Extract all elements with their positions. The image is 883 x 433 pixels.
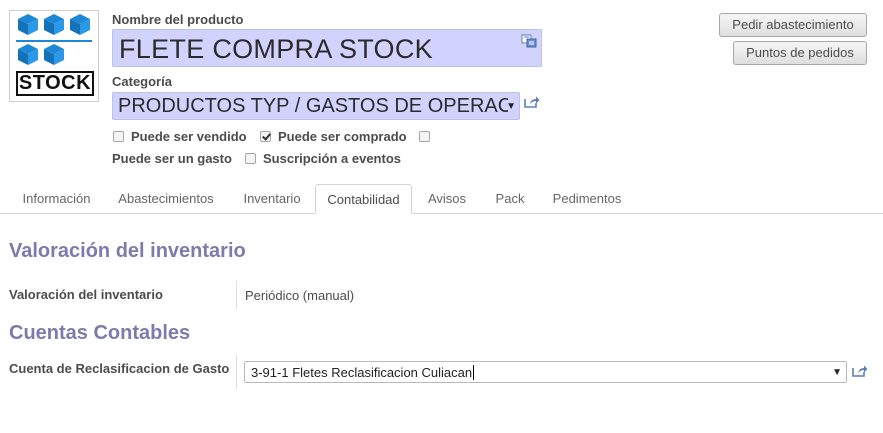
reclass-account-label: Cuenta de Reclasificacion de Gasto (9, 361, 230, 376)
unlabeled-checkbox[interactable] (419, 131, 430, 142)
field-separator (236, 355, 237, 389)
external-link-icon[interactable] (523, 95, 540, 109)
tab-avisos[interactable]: Avisos (416, 184, 478, 214)
boxes-icon (16, 14, 92, 65)
stock-logo-label: STOCK (16, 71, 94, 96)
field-separator (236, 281, 237, 309)
tab-abastecimientos[interactable]: Abastecimientos (106, 184, 226, 214)
accounts-section-title: Cuentas Contables (9, 322, 191, 344)
translate-icon[interactable] (521, 34, 537, 48)
can-be-sold-label: Puede ser vendido (131, 129, 247, 144)
tab-contabilidad[interactable]: Contabilidad (315, 184, 412, 214)
tab-inventario[interactable]: Inventario (232, 184, 312, 214)
external-link-icon[interactable] (851, 364, 868, 378)
chevron-down-icon: ▼ (832, 367, 842, 378)
valuation-value: Periódico (manual) (245, 288, 355, 303)
tab-pedimentos[interactable]: Pedimentos (542, 184, 632, 214)
procure-button[interactable]: Pedir abastecimiento (719, 13, 867, 37)
category-value: PRODUCTOS TYP / GASTOS DE OPERACIÓN (118, 95, 508, 117)
stock-logo: STOCK (12, 13, 96, 99)
valuation-label: Valoración del inventario (9, 287, 163, 302)
can-be-purchased-label: Puede ser comprado (278, 129, 407, 144)
product-name-label: Nombre del producto (112, 12, 244, 27)
chevron-down-icon: ▼ (506, 101, 516, 112)
text-cursor (473, 365, 474, 380)
category-label: Categoría (112, 74, 172, 89)
product-image[interactable]: STOCK (9, 10, 99, 102)
can-be-purchased-checkbox[interactable] (260, 131, 271, 142)
valuation-section-title: Valoración del inventario (9, 240, 246, 262)
product-name-input[interactable]: FLETE COMPRA STOCK (112, 29, 542, 67)
event-subscription-checkbox[interactable] (245, 153, 256, 164)
category-select[interactable]: PRODUCTOS TYP / GASTOS DE OPERACIÓN ▼ (112, 92, 520, 120)
event-subscription-label: Suscripción a eventos (263, 151, 401, 166)
reorder-points-button[interactable]: Puntos de pedidos (733, 41, 867, 65)
can-be-sold-checkbox[interactable] (113, 131, 124, 142)
can-be-expense-label: Puede ser un gasto (112, 151, 232, 166)
product-name-value: FLETE COMPRA STOCK (119, 34, 433, 64)
reclass-account-select[interactable]: 3-91-1 Fletes Reclasificacion Culiacan ▼ (244, 361, 847, 383)
tab-informacion[interactable]: Información (8, 184, 105, 214)
tab-pack[interactable]: Pack (484, 184, 536, 214)
reclass-account-value: 3-91-1 Fletes Reclasificacion Culiacan (251, 365, 473, 380)
